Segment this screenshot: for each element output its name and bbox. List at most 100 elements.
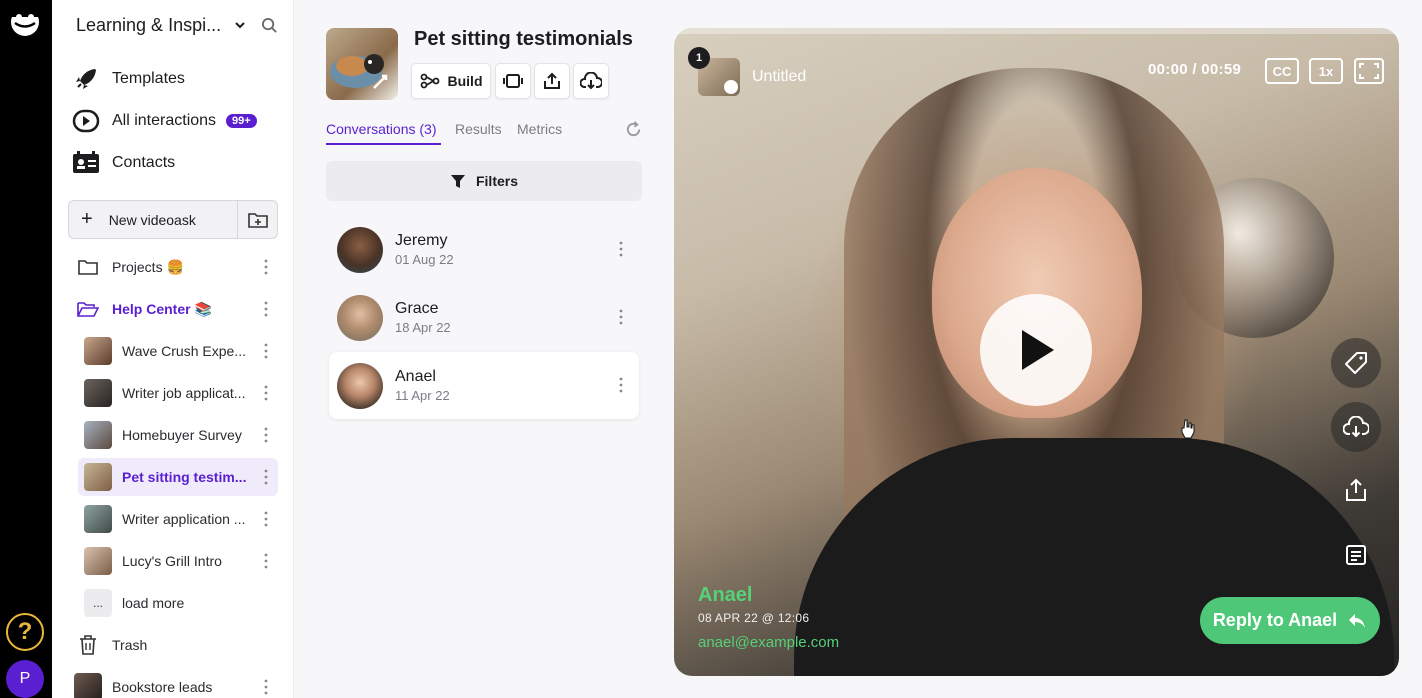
- more-options-icon[interactable]: [264, 553, 268, 569]
- videoask-title: Pet sitting testimonials: [414, 28, 633, 50]
- step-title: Untitled: [752, 68, 807, 85]
- sidebar-item-bookstore[interactable]: Bookstore leads: [74, 668, 278, 698]
- conversation-item[interactable]: Jeremy 01 Aug 22: [329, 216, 639, 283]
- sidebar-item-help-center[interactable]: Help Center 📚: [74, 290, 278, 328]
- sidebar-item-label: Writer application ...: [122, 511, 246, 527]
- folder-icon: [74, 253, 102, 281]
- sidebar-item-lucys-grill[interactable]: Lucy's Grill Intro: [74, 542, 278, 580]
- preview-icon: [503, 74, 523, 88]
- new-videoask-button[interactable]: + New videoask: [68, 200, 278, 239]
- videoask-thumbnail[interactable]: [326, 28, 398, 100]
- reply-button[interactable]: Reply to Anael: [1200, 597, 1380, 644]
- respondent-date: 08 APR 22 @ 12:06: [698, 611, 810, 625]
- avatar: [337, 294, 383, 341]
- new-folder-button[interactable]: [237, 201, 277, 238]
- nav-label: Templates: [112, 70, 185, 87]
- sidebar-load-more[interactable]: ... load more: [74, 584, 278, 622]
- folder-open-icon: [74, 295, 102, 323]
- tab-results[interactable]: Results: [455, 121, 502, 137]
- video-thumbnail: [84, 379, 112, 407]
- tag-icon: [1345, 352, 1367, 374]
- chevron-down-icon[interactable]: [234, 19, 246, 31]
- respondent-name: Anael: [698, 584, 753, 606]
- conversation-name: Grace: [395, 300, 439, 317]
- sidebar-item-writer-job[interactable]: Writer job applicat...: [74, 374, 278, 412]
- more-options-icon[interactable]: [264, 301, 268, 317]
- more-options-icon[interactable]: [264, 679, 268, 695]
- sidebar-item-pet-sitting[interactable]: Pet sitting testim...: [78, 458, 278, 496]
- new-videoask-main[interactable]: + New videoask: [69, 201, 237, 238]
- tab-metrics[interactable]: Metrics: [517, 121, 562, 137]
- more-options-icon[interactable]: [264, 511, 268, 527]
- preview-button[interactable]: [495, 63, 531, 99]
- speed-button[interactable]: 1x: [1309, 58, 1343, 84]
- nav-contacts[interactable]: Contacts: [72, 147, 175, 179]
- progress-bar[interactable]: [674, 28, 1399, 34]
- filters-button[interactable]: Filters: [326, 161, 642, 201]
- help-button[interactable]: ?: [6, 613, 44, 651]
- video-thumbnail: [84, 505, 112, 533]
- conversation-date: 18 Apr 22: [395, 320, 451, 335]
- sidebar-item-label: Writer job applicat...: [122, 385, 246, 401]
- share-video-button[interactable]: [1331, 465, 1381, 515]
- sidebar-item-writer-application[interactable]: Writer application ...: [74, 500, 278, 538]
- transcript-button[interactable]: [1331, 530, 1381, 580]
- nav-templates[interactable]: Templates: [72, 63, 185, 95]
- trash-icon: [74, 631, 102, 659]
- conversation-item-active[interactable]: Anael 11 Apr 22: [329, 352, 639, 419]
- refresh-icon[interactable]: [624, 120, 643, 139]
- conversation-name: Anael: [395, 368, 436, 385]
- filter-icon: [450, 174, 465, 188]
- tag-button[interactable]: [1331, 338, 1381, 388]
- sidebar-item-label: Projects 🍔: [112, 258, 184, 275]
- conversation-date: 01 Aug 22: [395, 252, 454, 267]
- build-flow-icon: [420, 73, 439, 89]
- step-number-badge: 1: [688, 47, 710, 69]
- more-options-icon[interactable]: [264, 343, 268, 359]
- sidebar-item-trash[interactable]: Trash: [74, 626, 278, 664]
- more-options-icon[interactable]: [619, 241, 623, 257]
- video-thumbnail: [74, 673, 102, 698]
- tab-conversations[interactable]: Conversations (3): [326, 121, 437, 137]
- active-tab-indicator: [326, 143, 441, 145]
- conversation-date: 11 Apr 22: [395, 388, 450, 403]
- nav-all-interactions[interactable]: All interactions 99+: [72, 105, 257, 137]
- sidebar: Learning & Inspi... Templates All intera…: [52, 0, 294, 698]
- sidebar-item-projects[interactable]: Projects 🍔: [74, 248, 278, 286]
- more-options-icon[interactable]: [264, 385, 268, 401]
- fullscreen-button[interactable]: [1353, 57, 1385, 85]
- video-player[interactable]: 1 Untitled 00:00 / 00:59 CC 1x Anael 08 …: [674, 28, 1399, 676]
- transcript-icon: [1346, 545, 1366, 565]
- sidebar-item-homebuyer[interactable]: Homebuyer Survey: [74, 416, 278, 454]
- download-button[interactable]: [573, 63, 609, 99]
- more-options-icon[interactable]: [264, 427, 268, 443]
- conversation-item[interactable]: Grace 18 Apr 22: [329, 284, 639, 351]
- mouse-cursor-icon: [1181, 419, 1195, 439]
- more-options-icon[interactable]: [619, 309, 623, 325]
- sidebar-item-label: Lucy's Grill Intro: [122, 553, 222, 569]
- cloud-download-icon: [580, 72, 602, 90]
- captions-button[interactable]: CC: [1265, 58, 1299, 84]
- more-options-icon[interactable]: [619, 377, 623, 393]
- user-avatar[interactable]: P: [6, 660, 44, 698]
- more-options-icon[interactable]: [264, 469, 268, 485]
- more-options-icon[interactable]: [264, 259, 268, 275]
- search-icon[interactable]: [261, 17, 278, 34]
- workspace-title[interactable]: Learning & Inspi...: [76, 15, 221, 36]
- sidebar-item-label: Bookstore leads: [112, 679, 213, 695]
- nav-label: All interactions: [112, 112, 217, 129]
- play-button[interactable]: [980, 294, 1092, 406]
- build-button[interactable]: Build: [411, 63, 491, 99]
- share-icon: [544, 72, 560, 89]
- video-thumbnail: [84, 463, 112, 491]
- video-thumbnail: [84, 421, 112, 449]
- download-video-button[interactable]: [1331, 402, 1381, 452]
- videoask-logo[interactable]: [9, 8, 41, 36]
- sidebar-item-wave-crush[interactable]: Wave Crush Expe...: [74, 332, 278, 370]
- share-button[interactable]: [534, 63, 570, 99]
- interactions-icon: [72, 107, 100, 135]
- sidebar-item-label: Pet sitting testim...: [122, 469, 247, 485]
- contacts-icon: [72, 149, 100, 177]
- respondent-email[interactable]: anael@example.com: [698, 634, 839, 651]
- filters-label: Filters: [475, 173, 518, 189]
